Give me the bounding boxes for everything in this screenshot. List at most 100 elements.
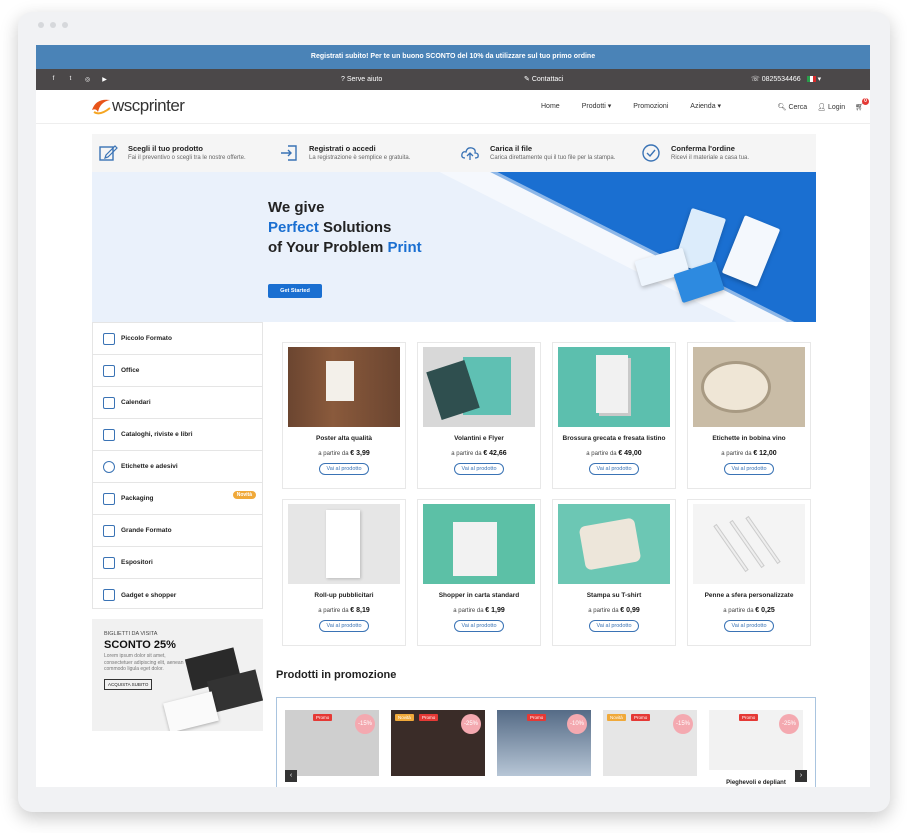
main-nav: wscprinter Home Prodotti ▾ Promozioni Az…: [36, 90, 870, 124]
info-bar: f t ◎ ▶ ? Serve aiuto ✎ Contattaci ☏ 082…: [36, 69, 870, 90]
login-button[interactable]: 👤︎ Login: [817, 103, 845, 111]
sidebar-item-gadget[interactable]: Gadget e shopper: [93, 579, 262, 611]
sidebar-item-piccolo-formato[interactable]: Piccolo Formato: [93, 323, 262, 355]
site-logo[interactable]: wscprinter: [90, 96, 185, 116]
sidebar-item-calendari[interactable]: Calendari: [93, 387, 262, 419]
go-to-product-button[interactable]: Vai al prodotto: [319, 463, 369, 475]
discount-badge: -25%: [779, 714, 799, 734]
product-card[interactable]: Penne a sfera personalizzate a partire d…: [687, 499, 811, 646]
cart-icon: 🛒︎: [855, 104, 864, 111]
product-card[interactable]: Shopper in carta standard a partire da €…: [417, 499, 541, 646]
contact-link[interactable]: ✎ Contattaci: [524, 69, 563, 90]
promo-section-title: Prodotti in promozione: [276, 669, 397, 681]
sidebar-item-grande-formato[interactable]: Grande Formato: [93, 515, 262, 547]
step-register: Registrati o accedi La registrazione è se…: [273, 134, 454, 172]
sidebar-item-espositori[interactable]: Espositori: [93, 547, 262, 579]
go-to-product-button[interactable]: Vai al prodotto: [589, 620, 639, 632]
document-icon: [103, 332, 115, 345]
help-link[interactable]: ? Serve aiuto: [341, 69, 382, 90]
chevron-left-icon: ‹: [289, 772, 293, 779]
go-to-product-button[interactable]: Vai al prodotto: [589, 463, 639, 475]
discount-badge: -15%: [355, 714, 375, 734]
book-icon: [103, 428, 115, 441]
discount-badge: -10%: [567, 714, 587, 734]
sidebar-item-etichette[interactable]: Etichette e adesivi: [93, 451, 262, 483]
promo-tag: Promo: [739, 714, 759, 721]
category-sidebar: Piccolo Formato Office Calendari Catalog…: [92, 322, 263, 609]
page-viewport: Registrati subito! Per te un buono SCONT…: [36, 45, 870, 787]
carousel-next-button[interactable]: ›: [795, 770, 807, 782]
steps-bar: Scegli il tuo prodotto Fai il preventivo …: [92, 134, 816, 172]
product-image: [558, 347, 670, 427]
search-button[interactable]: 🔍︎ Cerca: [778, 103, 808, 111]
cart-button[interactable]: 🛒︎ 0: [855, 98, 869, 111]
sidebar-item-cataloghi[interactable]: Cataloghi, riviste e libri: [93, 419, 262, 451]
promo-product-name: Pieghevoli e depliant: [726, 780, 786, 786]
go-to-product-button[interactable]: Vai al prodotto: [454, 463, 504, 475]
go-to-product-button[interactable]: Vai al prodotto: [724, 620, 774, 632]
product-image: [288, 504, 400, 584]
product-image: [288, 347, 400, 427]
promo-topbar[interactable]: Registrati subito! Per te un buono SCONT…: [36, 45, 870, 69]
promo-card[interactable]: Promo -25% Pieghevoli e depliant: [709, 710, 803, 786]
search-icon: 🔍︎: [777, 104, 787, 111]
product-card[interactable]: Volantini e Flyer a partire da € 42,66 V…: [417, 342, 541, 489]
go-to-product-button[interactable]: Vai al prodotto: [319, 620, 369, 632]
nav-prodotti[interactable]: Prodotti ▾: [582, 90, 612, 124]
step-upload: Carica il file Carica direttamente qui il…: [454, 134, 635, 172]
box-icon: [103, 492, 115, 505]
calendar-icon: [103, 396, 115, 409]
sidebar-promo-banner[interactable]: BIGLIETTI DA VISITA SCONTO 25% Lorem ips…: [92, 619, 263, 731]
product-card[interactable]: Stampa su T-shirt a partire da € 0,99 Va…: [552, 499, 676, 646]
product-image: [423, 504, 535, 584]
get-started-button[interactable]: Get Started: [268, 284, 322, 298]
promo-card[interactable]: Novità Promo -15%: [603, 710, 697, 776]
sidebar-item-office[interactable]: Office: [93, 355, 262, 387]
logo-swoosh-icon: [92, 99, 111, 115]
instagram-icon[interactable]: ◎: [84, 76, 91, 83]
product-card[interactable]: Roll-up pubblicitari a partire da € 8,19…: [282, 499, 406, 646]
new-badge: Novità: [232, 491, 256, 499]
login-icon: [281, 145, 297, 161]
check-circle-icon: [642, 144, 660, 162]
question-icon: ?: [341, 76, 345, 83]
promo-card[interactable]: Novità Promo -25%: [391, 710, 485, 776]
promo-tag: Promo: [527, 714, 547, 721]
sidebar-item-packaging[interactable]: Packaging Novità: [93, 483, 262, 515]
carousel-prev-button[interactable]: ‹: [285, 770, 297, 782]
user-icon: 👤︎: [817, 104, 827, 111]
gift-icon: [103, 589, 115, 601]
business-card-light: [163, 691, 219, 731]
social-links: f t ◎ ▶: [50, 76, 108, 83]
promo-card[interactable]: Promo -10%: [497, 710, 591, 776]
go-to-product-button[interactable]: Vai al prodotto: [724, 463, 774, 475]
nav-promozioni[interactable]: Promozioni: [633, 90, 668, 124]
product-card[interactable]: Brossura grecata e fresata listino a par…: [552, 342, 676, 489]
nav-azienda[interactable]: Azienda ▾: [690, 90, 721, 124]
label-icon: [103, 460, 115, 473]
phone-link[interactable]: ☏ 0825534466 ▾: [751, 69, 821, 90]
promo-card[interactable]: Promo -15%: [285, 710, 379, 776]
chevron-right-icon: ›: [799, 772, 803, 779]
buy-now-button[interactable]: ACQUISTA SUBITO: [104, 679, 153, 690]
step-choose-product: Scegli il tuo prodotto Fai il preventivo …: [92, 134, 273, 172]
product-image: [693, 347, 805, 427]
chevron-down-icon[interactable]: ▾: [818, 76, 822, 83]
promo-tag: Promo: [419, 714, 439, 721]
window-dots: [38, 22, 68, 28]
nav-home[interactable]: Home: [541, 90, 560, 124]
twitter-icon[interactable]: t: [67, 76, 74, 83]
promo-tag: Promo: [313, 714, 333, 721]
hero-headline: We give Perfect Solutions of Your Proble…: [268, 199, 422, 256]
phone-icon: ☏: [751, 76, 760, 83]
facebook-icon[interactable]: f: [50, 76, 57, 83]
go-to-product-button[interactable]: Vai al prodotto: [454, 620, 504, 632]
product-card[interactable]: Poster alta qualità a partire da € 3,99 …: [282, 342, 406, 489]
promo-carousel: Promo -15% Novità Promo -25% Promo -10% …: [276, 697, 816, 787]
nav-menu: Home Prodotti ▾ Promozioni Azienda ▾: [541, 90, 721, 124]
product-card[interactable]: Etichette in bobina vino a partire da € …: [687, 342, 811, 489]
product-image: [423, 347, 535, 427]
youtube-icon[interactable]: ▶: [101, 76, 108, 83]
italy-flag-icon[interactable]: [806, 76, 816, 83]
nav-actions: 🔍︎ Cerca 👤︎ Login 🛒︎ 0: [778, 90, 869, 124]
